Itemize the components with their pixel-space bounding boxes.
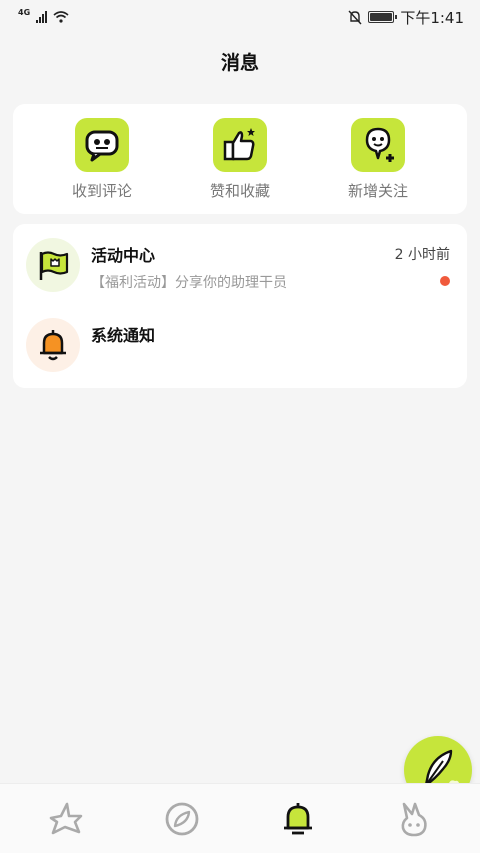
- received-comments-label: 收到评论: [71, 181, 132, 200]
- mute-bell-icon: [348, 10, 362, 24]
- new-followers-button[interactable]: 新增关注: [323, 117, 433, 201]
- wifi-icon: [53, 11, 69, 23]
- message-list: 活动中心 2 小时前 【福利活动】分享你的助理干员 系统通知: [13, 224, 467, 388]
- tab-messages[interactable]: [268, 789, 328, 849]
- bottom-tab-bar: [0, 783, 480, 853]
- tab-discover[interactable]: [152, 789, 212, 849]
- status-left: 4G: [18, 7, 69, 23]
- bell-icon: [26, 318, 80, 372]
- page-title: 消息: [220, 52, 259, 74]
- message-time: 2 小时前: [394, 247, 450, 263]
- network-type: 4G: [18, 7, 31, 17]
- list-item-activity-center[interactable]: 活动中心 2 小时前 【福利活动】分享你的助理干员: [13, 228, 467, 308]
- bunny-icon: [401, 802, 427, 836]
- list-item-system-notifications[interactable]: 系统通知: [13, 308, 467, 388]
- status-right: 下午1:41: [348, 7, 464, 28]
- status-time: 下午1:41: [400, 8, 464, 27]
- tab-home[interactable]: [36, 789, 96, 849]
- message-preview: 【福利活动】分享你的助理干员: [91, 275, 287, 291]
- add-follower-icon: [351, 117, 405, 172]
- comment-bubble-icon: [75, 117, 129, 172]
- likes-favorites-button[interactable]: 赞和收藏: [185, 117, 295, 201]
- flag-icon: [26, 238, 80, 292]
- quick-actions-card: 收到评论 赞和收藏 新增关注: [13, 104, 467, 214]
- status-bar: 4G 下午1:41: [0, 0, 480, 34]
- tab-profile[interactable]: [384, 789, 444, 849]
- received-comments-button[interactable]: 收到评论: [47, 117, 157, 201]
- message-title: 系统通知: [91, 326, 156, 345]
- home-wing-icon: [49, 802, 83, 834]
- thumbs-up-icon: [213, 117, 267, 172]
- compass-icon: [165, 802, 199, 835]
- signal-icon: [36, 11, 48, 23]
- unread-dot: [440, 276, 450, 286]
- bell-icon: [284, 802, 312, 834]
- likes-favorites-label: 赞和收藏: [209, 181, 270, 200]
- new-followers-label: 新增关注: [347, 181, 408, 200]
- battery-icon: [368, 11, 398, 23]
- message-title: 活动中心: [91, 246, 156, 265]
